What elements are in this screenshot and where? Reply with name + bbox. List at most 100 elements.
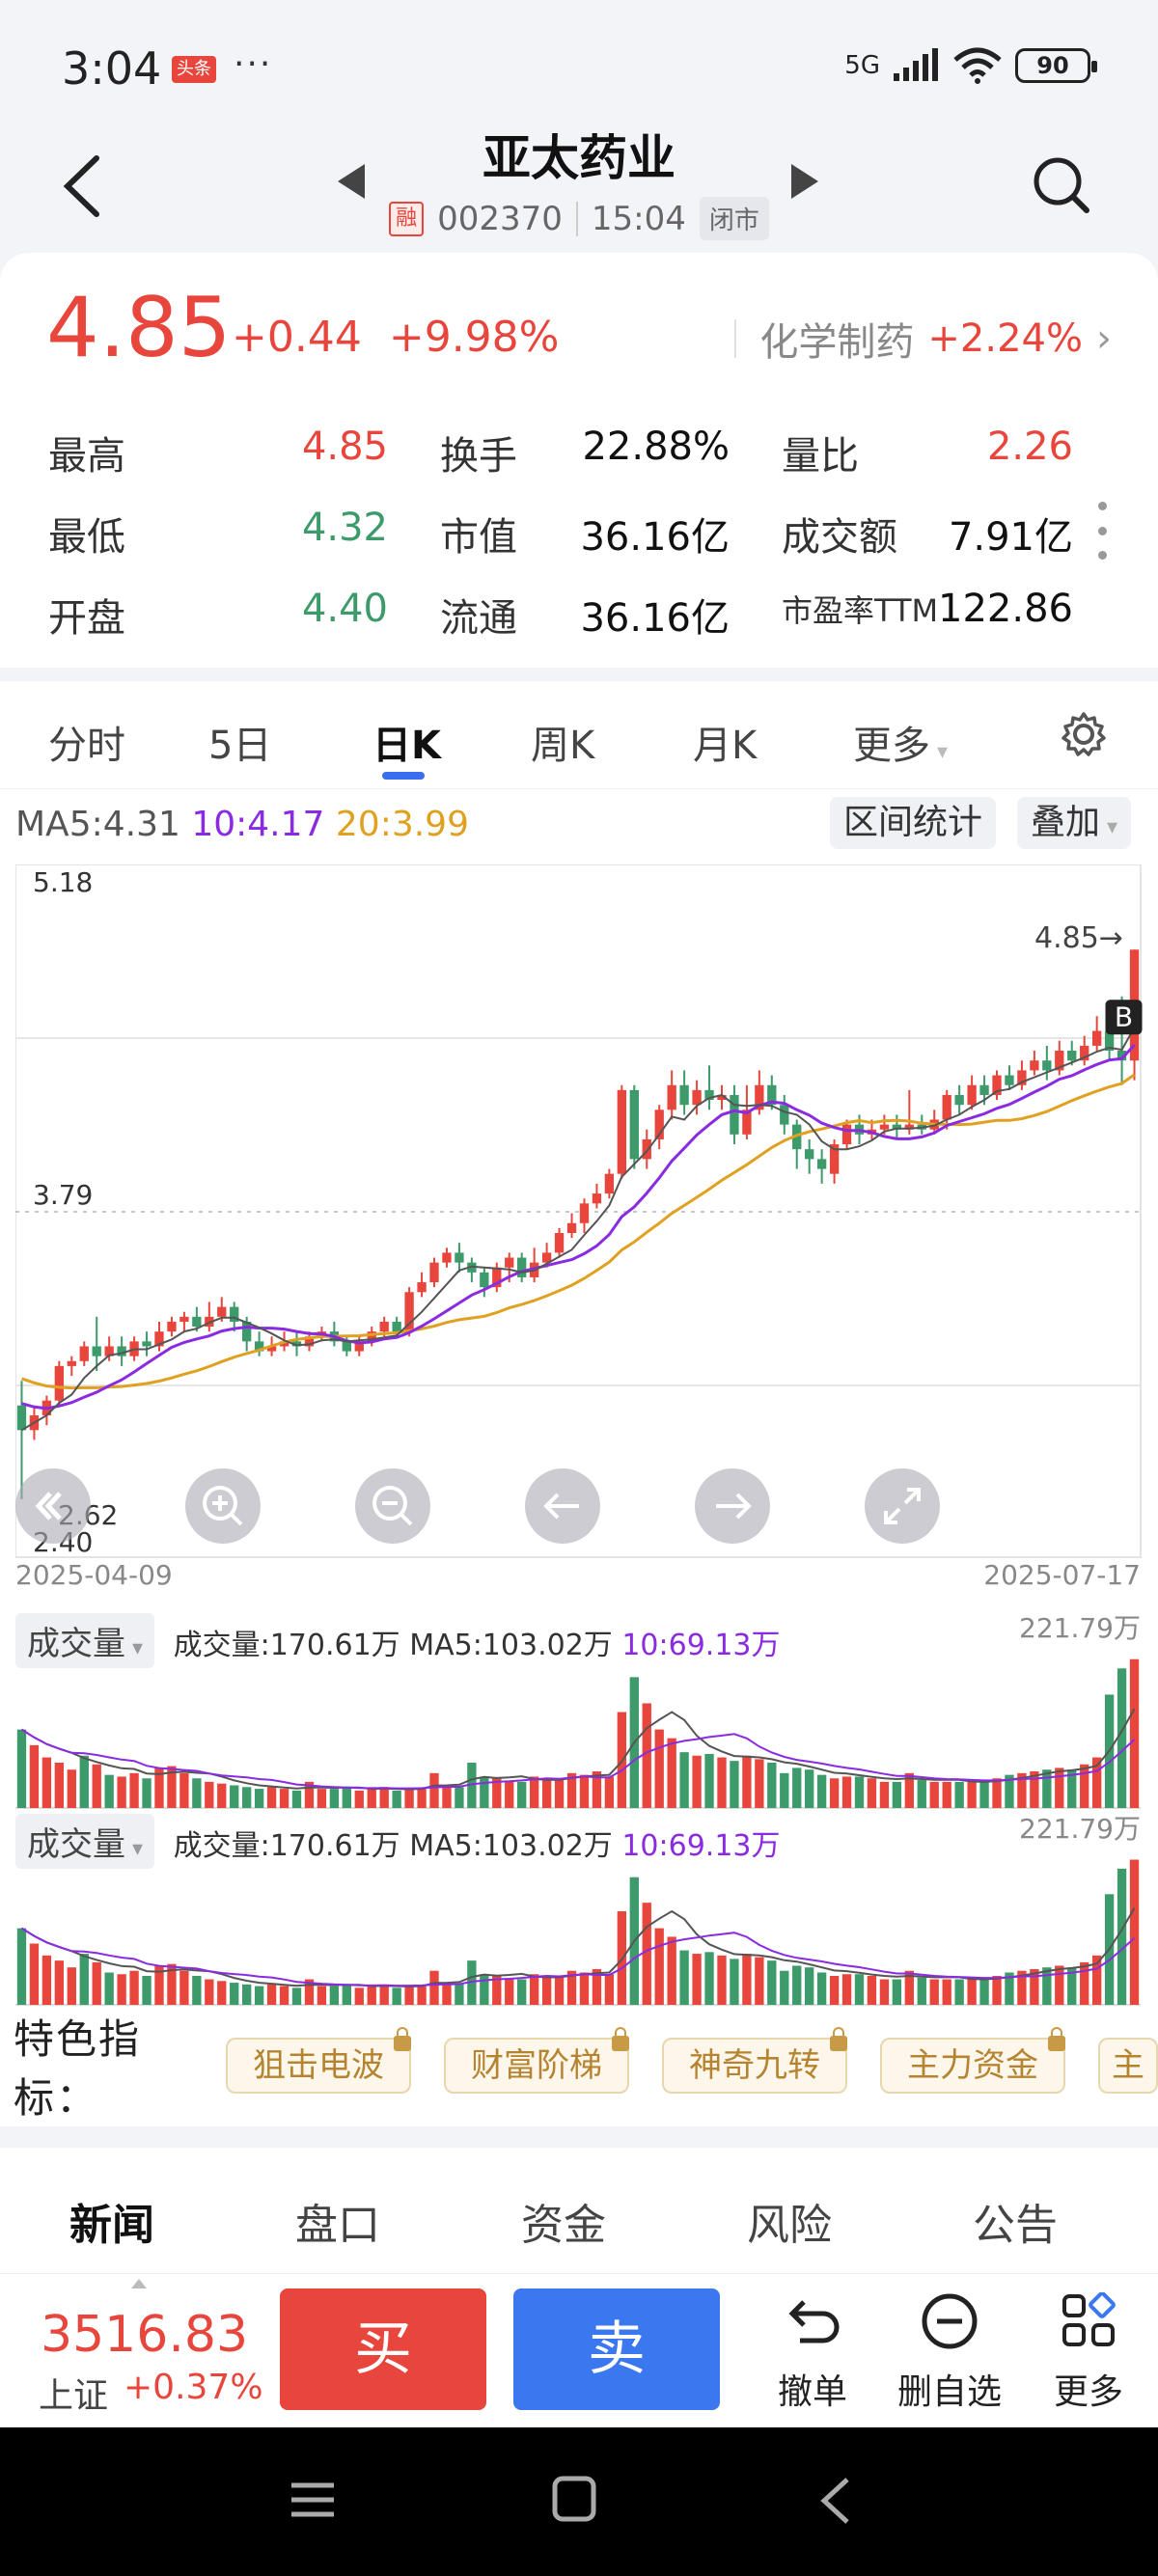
volume-bar <box>404 1986 414 2005</box>
chart-tabs: 分时 5日 日K 周K 月K 更多 ▾ <box>0 681 1158 789</box>
minus-circle-icon <box>922 2293 978 2349</box>
volume-bar <box>230 1983 239 2005</box>
candle-body <box>554 1232 565 1253</box>
tab-order-book[interactable]: 盘口 <box>295 2190 380 2252</box>
settings-gear-icon[interactable] <box>1060 710 1108 758</box>
menu-icon[interactable] <box>288 2476 338 2524</box>
volume-bar <box>442 1785 452 1808</box>
stat-label: 最高 <box>48 434 125 479</box>
stat-label: 最低 <box>48 515 125 560</box>
candle-body <box>942 1094 951 1120</box>
candle-body <box>780 1105 789 1125</box>
feature-sniper-wave[interactable]: 狙击电波 <box>226 2027 411 2094</box>
search-icon[interactable] <box>1031 154 1092 216</box>
grid-more-icon <box>1062 2291 1116 2346</box>
tab-announcements[interactable]: 公告 <box>973 2190 1058 2252</box>
volume-bar <box>480 1974 489 2005</box>
more-button[interactable]: 更多 <box>1031 2291 1146 2414</box>
sector-link[interactable]: 化学制药 +2.24% › <box>734 311 1112 367</box>
volume-bar <box>967 1979 977 2005</box>
expand-up-icon[interactable] <box>131 2279 147 2288</box>
change-percent: +9.98% <box>388 313 560 362</box>
volume-chart[interactable] <box>15 1646 1143 1814</box>
end-date: 2025-07-17 <box>983 1559 1141 1591</box>
volume-bar <box>205 1979 214 2005</box>
tab-risk[interactable]: 风险 <box>747 2190 832 2252</box>
volume-bar <box>192 1976 202 2005</box>
sector-change: +2.24% <box>927 316 1083 361</box>
margin-trading-badge: 融 <box>389 201 425 236</box>
index-value[interactable]: 3516.83 <box>41 2306 248 2364</box>
candle-body <box>967 1084 977 1106</box>
sell-button[interactable]: 卖 <box>513 2288 720 2410</box>
feature-name: 主 <box>1112 2046 1144 2085</box>
volume-bar <box>179 1970 189 2005</box>
buy-button[interactable]: 买 <box>280 2288 486 2410</box>
jump-start-icon[interactable] <box>15 1468 91 1544</box>
tab-daily-k[interactable]: 日K <box>372 714 441 770</box>
chevron-right-icon: › <box>1096 316 1112 361</box>
volume-chart[interactable] <box>15 1847 1143 2009</box>
volume-bar <box>254 1986 264 2005</box>
feature-magic-nine[interactable]: 神奇九转 <box>662 2027 847 2094</box>
current-price: 4.85 <box>46 280 232 376</box>
remove-watchlist-button[interactable]: 删自选 <box>892 2292 1007 2414</box>
undo-icon <box>788 2300 840 2343</box>
volume-bar <box>992 1778 1002 1808</box>
volume-bar <box>942 1781 951 1808</box>
volume-bar <box>1129 1859 1140 2005</box>
stat-value: 7.91亿 <box>948 515 1073 560</box>
volume-bar <box>41 1757 52 1808</box>
tab-weekly-k[interactable]: 周K <box>531 714 594 770</box>
back-arrow-icon[interactable] <box>54 152 112 220</box>
volume-bar <box>730 1761 739 1808</box>
buy-marker[interactable]: B <box>1105 1000 1143 1035</box>
volume-bar <box>1042 1967 1052 2005</box>
feature-main-funds[interactable]: 主力资金 <box>880 2027 1065 2094</box>
feature-wealth-ladder[interactable]: 财富阶梯 <box>444 2027 629 2094</box>
more-vertical-icon[interactable] <box>1096 502 1108 560</box>
volume-bar <box>854 1974 865 2005</box>
volume-bar <box>54 1960 65 2005</box>
fullscreen-icon[interactable] <box>865 1468 940 1544</box>
tab-funds[interactable]: 资金 <box>521 2190 606 2252</box>
volume-bar <box>317 1986 327 2005</box>
candles <box>16 949 1140 1499</box>
candle-body <box>392 1321 401 1332</box>
volume-bar <box>442 1983 452 2005</box>
range-stats-button[interactable]: 区间统计 <box>830 797 997 849</box>
zoom-in-icon[interactable] <box>185 1468 261 1544</box>
feature-indicators: 特色指标： 狙击电波 财富阶梯 神奇九转 主力资金 主 <box>0 2015 1158 2122</box>
feature-name: 财富阶梯 <box>471 2046 602 2085</box>
candle-body <box>629 1089 639 1160</box>
volume-bar <box>291 1790 302 1808</box>
stat-value: 4.40 <box>301 587 388 631</box>
volume-bar <box>792 1965 802 2005</box>
tab-more[interactable]: 更多 ▾ <box>853 714 948 770</box>
volume-bar <box>67 1967 76 2005</box>
volume-bar <box>942 1979 951 2005</box>
next-stock-arrow-icon[interactable] <box>791 164 818 199</box>
volume-bar <box>117 1776 126 1808</box>
feature-partial[interactable]: 主 <box>1098 2038 1158 2094</box>
zoom-out-icon[interactable] <box>355 1468 430 1544</box>
stat-label: 开盘 <box>48 596 125 641</box>
cancel-order-button[interactable]: 撤单 <box>755 2292 870 2414</box>
cancel-order-label: 撤单 <box>777 2372 847 2412</box>
volume-bar <box>979 1979 989 2005</box>
tab-5day[interactable]: 5日 <box>208 714 271 770</box>
candle-body <box>730 1094 739 1135</box>
candlestick-chart[interactable]: 5.18 3.79 2.40 2.62 4.85→ B <box>15 864 1143 1559</box>
stat-value: 36.16亿 <box>580 515 730 560</box>
scroll-left-icon[interactable] <box>525 1468 600 1544</box>
tab-monthly-k[interactable]: 月K <box>693 714 757 770</box>
tab-intraday[interactable]: 分时 <box>48 714 125 770</box>
volume-bar <box>291 1987 302 2005</box>
tab-news[interactable]: 新闻 <box>69 2190 154 2252</box>
scroll-right-icon[interactable] <box>695 1468 770 1544</box>
home-square-icon[interactable] <box>550 2474 598 2524</box>
y-mid-label: 3.79 <box>33 1179 93 1211</box>
back-nav-icon[interactable] <box>816 2476 855 2526</box>
volume-bar <box>104 1972 114 2005</box>
overlay-button[interactable]: 叠加 ▾ <box>1017 797 1132 849</box>
